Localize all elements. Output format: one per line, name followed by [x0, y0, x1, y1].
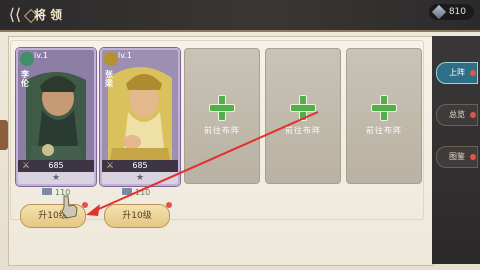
slot-label: 前往布阵: [366, 126, 402, 135]
empty-formation-slot[interactable]: 前往布阵: [346, 48, 422, 184]
top-bar: ⟨⟨ 将领 810: [0, 0, 480, 32]
notification-dot: [166, 202, 172, 208]
hero-card[interactable]: lv.1 李伦 ⚔ 685 ★: [16, 48, 96, 186]
currency-display: 810: [428, 4, 474, 20]
hero-power-value: 685: [48, 161, 64, 170]
notification-dot: [470, 112, 476, 118]
left-edge-tab[interactable]: [0, 120, 8, 150]
silver-gem-icon: [431, 4, 446, 20]
crossed-swords-icon: ⚔: [22, 161, 31, 171]
faction-badge: [104, 52, 118, 66]
book-icon: [42, 188, 52, 195]
faction-badge: [20, 52, 34, 66]
plus-icon: [209, 95, 235, 121]
notification-dot: [470, 154, 476, 160]
page-title: 将领: [34, 8, 67, 22]
hero-stars: ★: [102, 172, 178, 184]
crossed-swords-icon: ⚔: [106, 161, 115, 171]
hero-stars: ★: [18, 172, 94, 184]
notification-dot: [470, 70, 476, 76]
upgrade-10-button[interactable]: 升10级: [104, 204, 170, 228]
currency-value: 810: [448, 7, 466, 17]
hero-name: 李伦: [21, 70, 29, 88]
empty-formation-slot[interactable]: 前往布阵: [184, 48, 260, 184]
hero-power-value: 685: [132, 161, 148, 170]
slot-label: 前往布阵: [204, 126, 240, 135]
hero-name: 张梁: [105, 70, 113, 88]
hero-level: lv.1: [118, 51, 132, 60]
book-icon: [122, 188, 132, 195]
exp-indicator-value: 110: [135, 188, 151, 197]
plus-icon: [290, 95, 316, 121]
plus-icon: [371, 95, 397, 121]
game-screen: ⟨⟨ 将领 810 lv.1 李伦 ⚔ 685 ★ lv.1 张梁 ⚔ 685 …: [0, 0, 480, 270]
empty-formation-slot[interactable]: 前往布阵: [265, 48, 341, 184]
notification-dot: [82, 202, 88, 208]
hero-power: ⚔ 685: [102, 160, 178, 172]
exp-indicator: 110: [122, 188, 150, 198]
slot-label: 前往布阵: [285, 126, 321, 135]
hero-power: ⚔ 685: [18, 160, 94, 172]
hero-card[interactable]: lv.1 张梁 ⚔ 685 ★: [100, 48, 180, 186]
back-arrow-icon[interactable]: ⟨⟨: [4, 5, 26, 25]
hero-level: lv.1: [34, 51, 48, 60]
pointing-hand-icon: [61, 195, 78, 219]
